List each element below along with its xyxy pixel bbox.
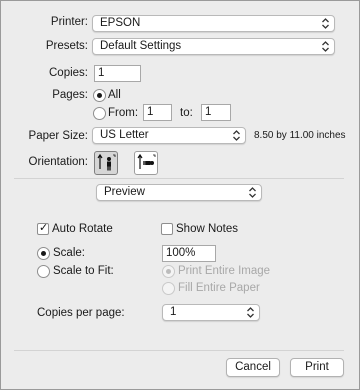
- print-button[interactable]: Print: [290, 358, 344, 377]
- divider: [14, 350, 344, 351]
- presets-label: Presets:: [45, 40, 88, 52]
- chevron-updown-icon: [322, 41, 329, 52]
- print-entire-image-radio[interactable]: [162, 265, 175, 278]
- scale-to-fit-radio[interactable]: [37, 265, 50, 278]
- copies-per-page-value: 1: [170, 306, 177, 318]
- scale-radio[interactable]: [37, 247, 50, 260]
- scale-input[interactable]: 100%: [162, 245, 216, 262]
- printer-select[interactable]: EPSON: [92, 15, 335, 32]
- landscape-person-icon: [137, 153, 156, 169]
- section-select[interactable]: Preview: [96, 184, 262, 201]
- auto-rotate-label: Auto Rotate: [52, 223, 113, 235]
- section-value: Preview: [104, 186, 145, 198]
- paper-dimensions: 8.50 by 11.00 inches: [254, 130, 346, 141]
- chevron-updown-icon: [233, 130, 240, 141]
- orientation-label: Orientation:: [28, 156, 88, 168]
- fill-entire-paper-label: Fill Entire Paper: [178, 282, 260, 294]
- chevron-updown-icon: [247, 307, 254, 318]
- orientation-portrait-button[interactable]: [94, 151, 118, 175]
- cancel-button[interactable]: Cancel: [226, 358, 280, 377]
- checkmark-icon: ✓: [39, 222, 49, 234]
- divider: [14, 178, 344, 179]
- orientation-landscape-button[interactable]: [134, 151, 158, 175]
- paper-size-value: US Letter: [100, 129, 149, 141]
- scale-to-fit-label: Scale to Fit:: [53, 265, 114, 277]
- printer-value: EPSON: [100, 17, 141, 29]
- show-notes-checkbox[interactable]: [161, 223, 173, 235]
- copies-per-page-label: Copies per page:: [37, 307, 125, 319]
- pages-all-radio[interactable]: [93, 89, 106, 102]
- pages-to-label: to:: [180, 107, 193, 119]
- scale-label: Scale:: [53, 247, 85, 259]
- presets-select[interactable]: Default Settings: [92, 38, 335, 55]
- copies-per-page-select[interactable]: 1: [162, 304, 260, 321]
- portrait-person-icon: [97, 153, 116, 171]
- show-notes-label: Show Notes: [176, 223, 239, 235]
- pages-from-input[interactable]: 1: [143, 104, 172, 121]
- chevron-updown-icon: [322, 18, 329, 29]
- copies-label: Copies:: [49, 67, 88, 79]
- pages-all-label: All: [108, 89, 121, 101]
- presets-value: Default Settings: [100, 40, 182, 52]
- chevron-updown-icon: [249, 187, 256, 198]
- fill-entire-paper-radio[interactable]: [162, 282, 175, 295]
- pages-from-label: From:: [108, 107, 139, 119]
- auto-rotate-checkbox[interactable]: ✓: [37, 222, 49, 235]
- printer-label: Printer:: [50, 16, 88, 28]
- pages-label: Pages:: [52, 89, 88, 101]
- copies-input[interactable]: 1: [94, 65, 141, 82]
- print-entire-image-label: Print Entire Image: [178, 265, 271, 277]
- pages-to-input[interactable]: 1: [201, 104, 231, 121]
- pages-from-radio[interactable]: [93, 107, 106, 120]
- paper-size-label: Paper Size:: [28, 130, 88, 142]
- paper-size-select[interactable]: US Letter: [92, 127, 246, 144]
